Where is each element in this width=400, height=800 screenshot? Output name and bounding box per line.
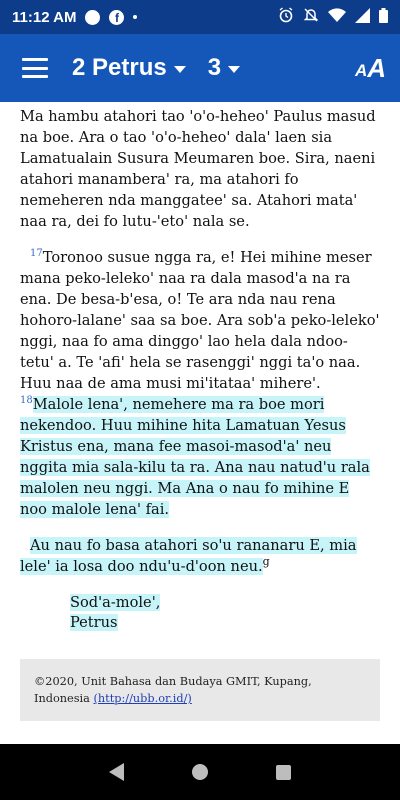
paragraph: Au nau fo basa atahori so'u rananaru E, … <box>20 535 380 577</box>
verse-number[interactable]: 17 <box>30 248 43 259</box>
verse-number[interactable]: 18 <box>20 395 33 406</box>
paragraph: 17Toronoo susue ngga ra, e! Hei mihine m… <box>20 247 380 520</box>
chevron-down-icon <box>228 66 241 73</box>
dot-icon <box>133 15 138 19</box>
paragraph: Ma hambu atahori tao 'o'o-heheo' Paulus … <box>20 108 376 230</box>
text-size-icon[interactable]: AA <box>355 55 386 81</box>
status-bar: 11:12 AM f <box>0 0 400 34</box>
book-selector[interactable]: 2 Petrus <box>72 54 186 82</box>
battery-icon <box>379 7 388 27</box>
circle-icon <box>85 9 101 25</box>
chevron-down-icon <box>173 66 186 73</box>
menu-icon[interactable] <box>22 58 48 78</box>
footnote-marker[interactable]: g <box>263 555 270 568</box>
verse-17-text[interactable]: Toronoo susue ngga ra, e! Hei mihine mes… <box>20 249 380 392</box>
facebook-icon: f <box>109 9 125 25</box>
chapter-selector[interactable]: 3 <box>207 54 241 82</box>
status-time: 11:12 AM <box>12 8 77 26</box>
chapter-content[interactable]: Ma hambu atahori tao 'o'o-heheo' Paulus … <box>0 102 400 744</box>
closing-signature: Petrus <box>70 614 118 631</box>
book-label: 2 Petrus <box>72 54 167 81</box>
copyright-link[interactable]: (http://ubb.or.id/) <box>93 692 191 705</box>
closing-line: Sod'a-mole', <box>70 594 161 611</box>
home-icon[interactable] <box>192 764 208 780</box>
back-icon[interactable] <box>109 763 124 781</box>
wifi-icon <box>328 7 346 27</box>
copyright-box: ©2020, Unit Bahasa dan Budaya GMIT, Kupa… <box>20 659 380 721</box>
app-bar: 2 Petrus 3 AA <box>0 34 400 102</box>
highlighted-text[interactable]: Au nau fo basa atahori so'u rananaru E, … <box>20 537 357 575</box>
notifications-off-icon <box>303 7 319 27</box>
verse-18-text[interactable]: Malole lena', nemehere ma ra boe mori ne… <box>20 396 370 518</box>
chapter-label: 3 <box>207 54 222 81</box>
alarm-icon <box>278 7 294 27</box>
recent-apps-icon[interactable] <box>276 764 291 780</box>
navigation-bar <box>0 744 400 800</box>
closing: Sod'a-mole', Petrus <box>70 593 380 633</box>
signal-icon <box>355 7 370 27</box>
